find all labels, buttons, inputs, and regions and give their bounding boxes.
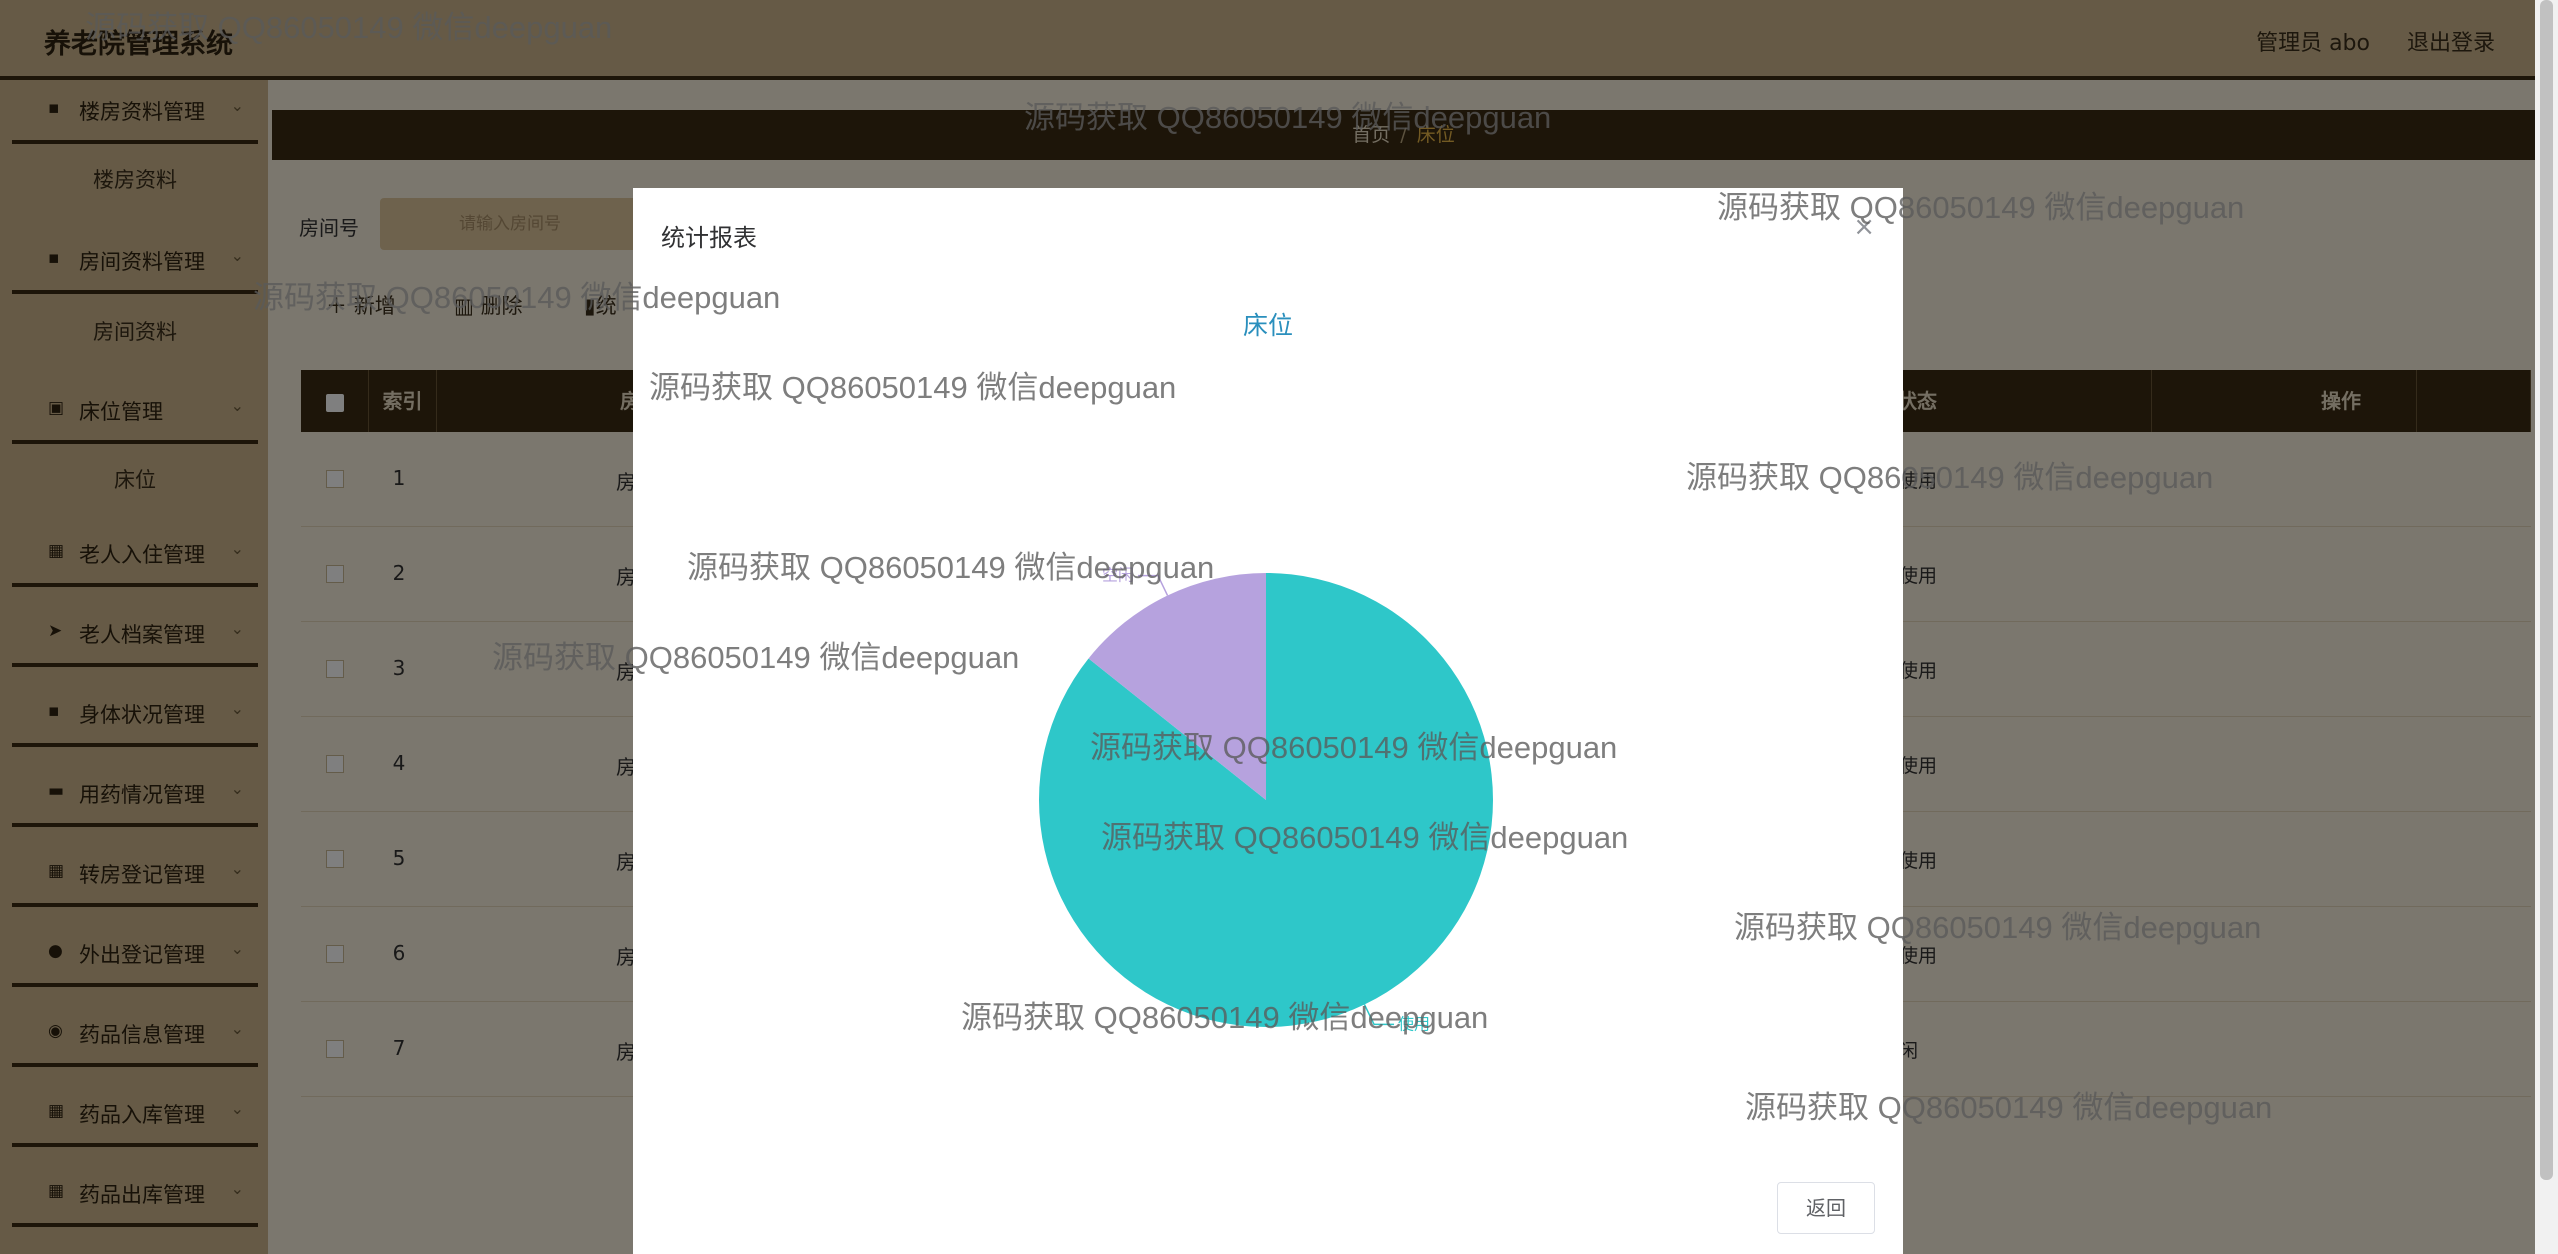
pie-label-line-1 (1137, 574, 1169, 596)
stats-report-dialog: 统计报表 × 床位 使用 空闲 返回 (633, 188, 1903, 1254)
page-scrollbar[interactable] (2535, 0, 2558, 1254)
scrollbar-thumb[interactable] (2540, 0, 2553, 1180)
pie-label-1: 空闲 (1102, 567, 1134, 585)
pie-chart: 使用 空闲 (1039, 567, 1493, 1033)
pie-label-line-0 (1363, 1004, 1395, 1026)
return-button[interactable]: 返回 (1777, 1182, 1875, 1234)
pie-label-0: 使用 (1398, 1015, 1430, 1033)
